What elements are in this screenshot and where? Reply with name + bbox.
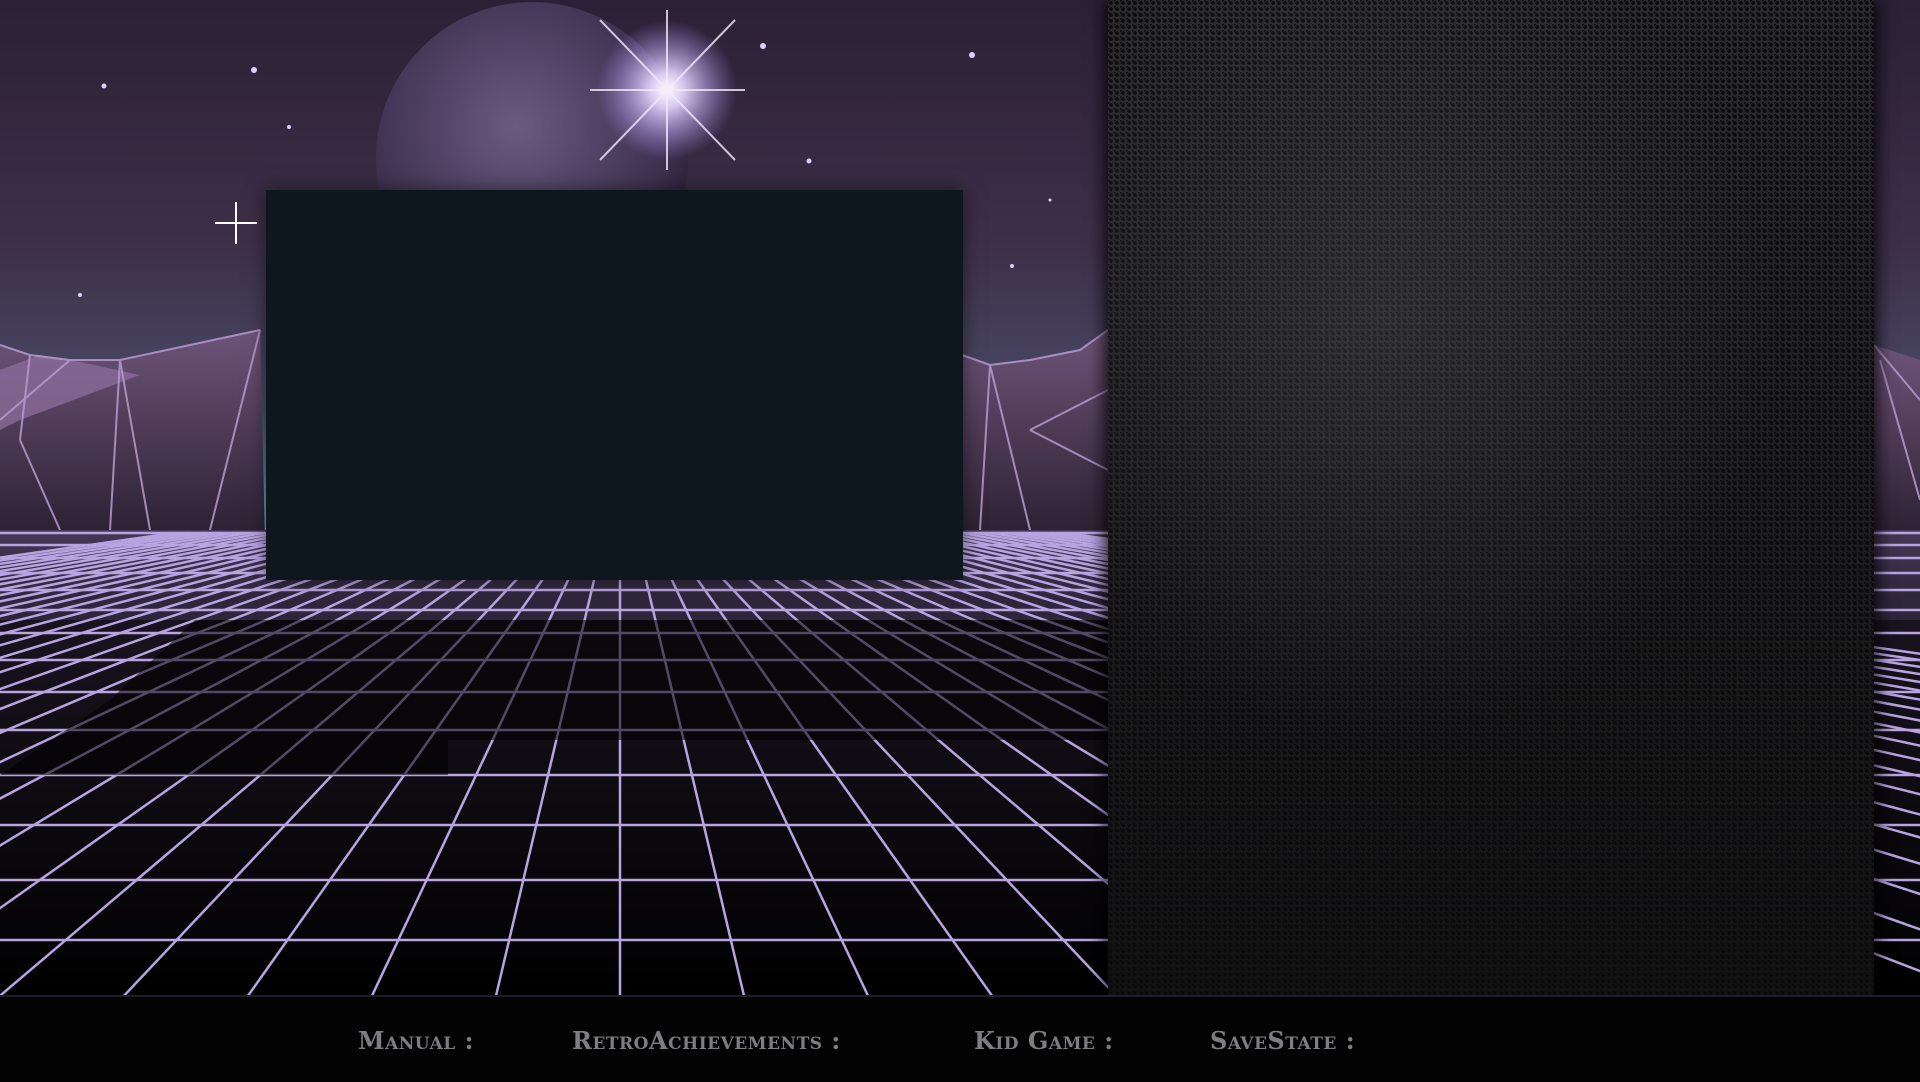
manual-label: Manual : bbox=[358, 1026, 474, 1055]
lens-flare-rays bbox=[590, 10, 745, 170]
video-preview bbox=[266, 190, 963, 580]
retroachievements-label: RetroAchievements : bbox=[572, 1026, 841, 1055]
game-info-panel bbox=[1108, 0, 1874, 997]
kid-game-label: Kid Game : bbox=[974, 1026, 1114, 1055]
status-bar bbox=[0, 995, 1920, 1082]
savestate-label: SaveState : bbox=[1210, 1026, 1356, 1055]
